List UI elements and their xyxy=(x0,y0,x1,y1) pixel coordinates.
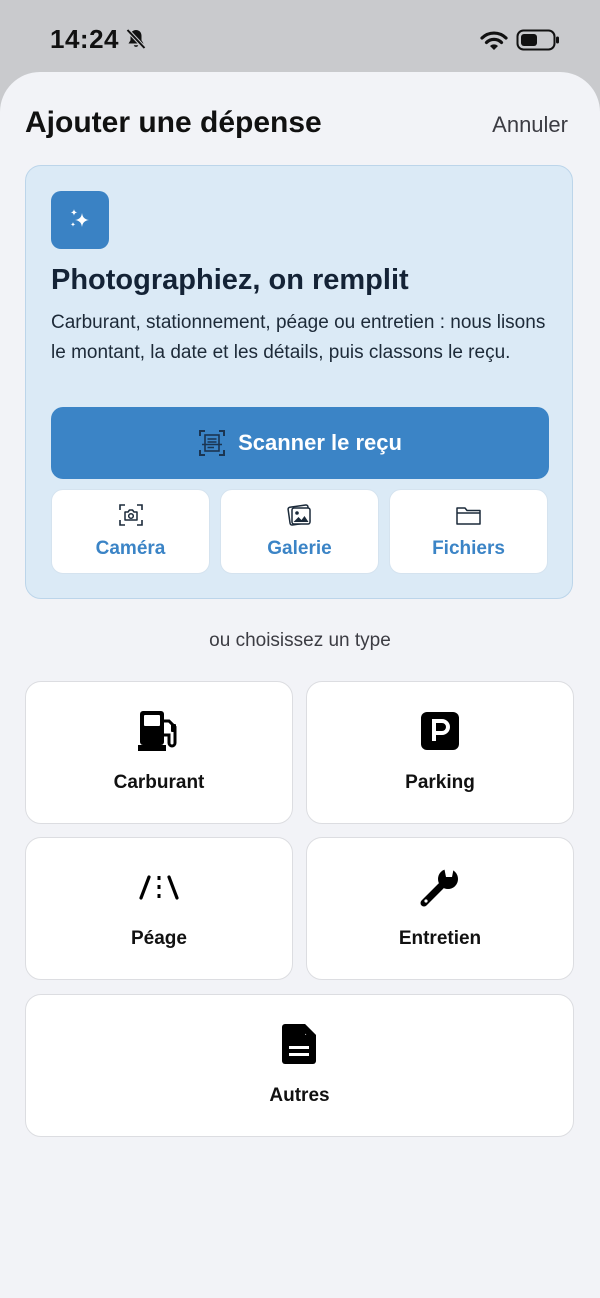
fuel-pump-icon xyxy=(138,711,177,751)
scan-receipt-button[interactable]: Scanner le reçu xyxy=(51,407,549,479)
type-label-peage: Péage xyxy=(131,928,187,949)
type-card-parking[interactable]: Parking xyxy=(306,681,574,824)
choose-type-label: ou choisissez un type xyxy=(209,630,391,651)
folder-icon xyxy=(455,507,481,525)
scan-receipt-label: Scanner le reçu xyxy=(238,430,402,455)
wifi-icon xyxy=(480,31,508,50)
battery-icon xyxy=(516,29,559,51)
type-card-carburant[interactable]: Carburant xyxy=(25,681,293,824)
parking-icon xyxy=(421,712,459,750)
bell-off-icon xyxy=(126,28,146,50)
gallery-label: Galerie xyxy=(267,538,332,559)
add-expense-sheet: Ajouter une dépense Annuler Photographie… xyxy=(0,72,600,1298)
page-title: Ajouter une dépense xyxy=(25,106,322,139)
scan-card-title: Photographiez, on remplit xyxy=(51,264,409,296)
road-icon xyxy=(139,875,179,900)
sparkle-icon xyxy=(51,191,109,249)
cancel-button[interactable]: Annuler xyxy=(492,112,568,138)
files-button[interactable]: Fichiers xyxy=(389,489,548,574)
gallery-button[interactable]: Galerie xyxy=(220,489,379,574)
type-label-carburant: Carburant xyxy=(113,772,205,793)
status-time: 14:24 xyxy=(50,24,119,54)
scan-card-description: Carburant, stationnement, péage ou entre… xyxy=(51,312,546,363)
scan-receipt-card: Photographiez, on remplit Carburant, sta… xyxy=(25,165,573,599)
gallery-icon xyxy=(286,504,311,526)
wrench-icon xyxy=(420,867,458,907)
type-card-autres[interactable]: Autres xyxy=(25,994,574,1137)
status-bar: 14:24 xyxy=(0,0,600,74)
document-icon xyxy=(281,1024,316,1064)
camera-label: Caméra xyxy=(95,538,166,559)
files-label: Fichiers xyxy=(432,538,505,559)
type-label-autres: Autres xyxy=(269,1085,330,1106)
type-label-entretien: Entretien xyxy=(398,928,482,949)
type-label-parking: Parking xyxy=(405,772,475,793)
document-scanner-icon xyxy=(199,430,226,456)
type-card-entretien[interactable]: Entretien xyxy=(306,837,574,980)
type-card-peage[interactable]: Péage xyxy=(25,837,293,980)
camera-icon xyxy=(118,504,143,526)
camera-button[interactable]: Caméra xyxy=(51,489,210,574)
